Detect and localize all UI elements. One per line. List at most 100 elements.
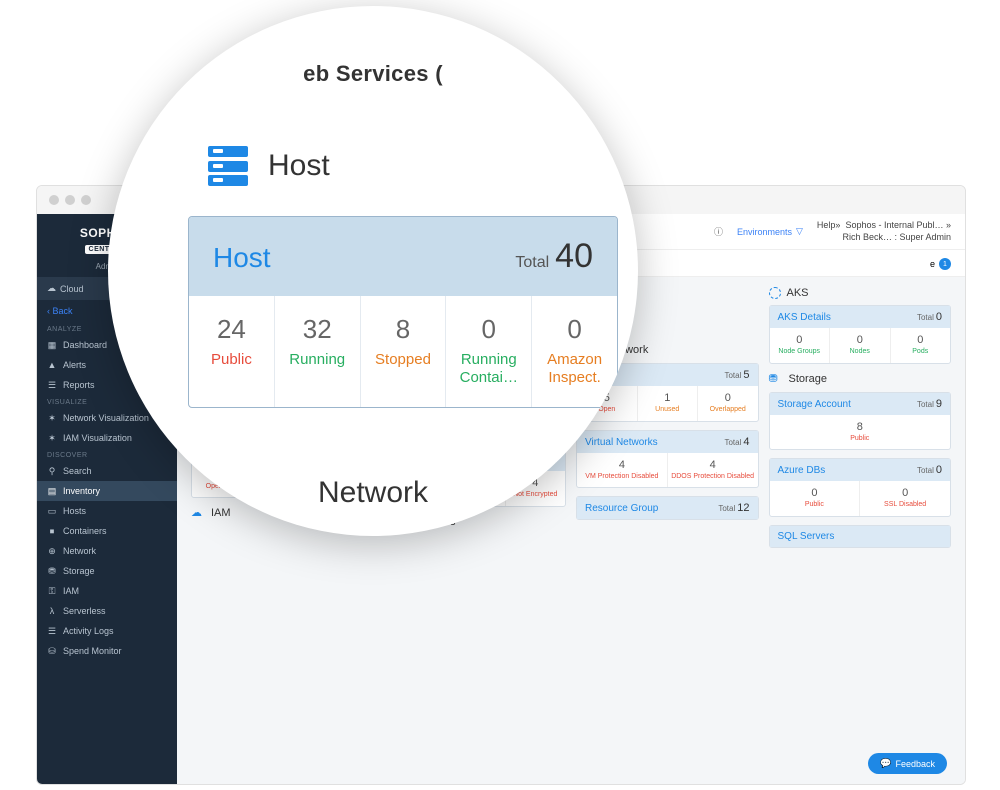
nav-serverless[interactable]: λServerless bbox=[37, 601, 177, 621]
network-icon: ⊕ bbox=[47, 546, 57, 556]
storage-icon: ⛃ bbox=[769, 372, 783, 386]
nav-storage[interactable]: ⛃Storage bbox=[37, 561, 177, 581]
card-storage-account[interactable]: Storage AccountTotal9 8Public bbox=[769, 392, 952, 450]
nav-iam[interactable]: ⚿ IAM bbox=[37, 581, 177, 601]
panel-title: Storage bbox=[789, 373, 828, 385]
info-icon[interactable]: ⓘ bbox=[714, 225, 723, 238]
zoom-section-title: Host bbox=[268, 149, 330, 183]
panel-header-storage: ⛃ Storage bbox=[769, 372, 952, 386]
nav-inventory[interactable]: ▤Inventory bbox=[37, 481, 177, 501]
user-info[interactable]: Help» Sophos - Internal Publ… » Rich Bec… bbox=[817, 220, 951, 243]
window-dot-icon bbox=[81, 195, 91, 205]
zoom-network-text: Network bbox=[318, 476, 428, 510]
card-aks-details[interactable]: AKS DetailsTotal0 0Node Groups 0Nodes 0P… bbox=[769, 305, 952, 363]
feedback-button[interactable]: 💬 Feedback bbox=[868, 753, 947, 774]
stat-label: Overlapped bbox=[700, 406, 756, 414]
stat-val: 0 bbox=[772, 334, 828, 346]
zoom-stat-val: 32 bbox=[281, 314, 354, 345]
panel-title: IAM bbox=[211, 507, 231, 519]
nav-item-label: Containers bbox=[63, 526, 107, 536]
environments-dropdown[interactable]: Environments ▽ bbox=[737, 226, 803, 237]
panel-title: AKS bbox=[787, 287, 809, 299]
zoom-stat-val: 0 bbox=[538, 314, 611, 345]
report-icon: ☰ bbox=[47, 380, 57, 390]
card-title: Azure DBs bbox=[778, 465, 826, 476]
window-dot-icon bbox=[65, 195, 75, 205]
nav-item-label: IAM bbox=[63, 586, 79, 596]
nav-item-label: Serverless bbox=[63, 606, 106, 616]
zoom-stat-val: 8 bbox=[367, 314, 440, 345]
nav-item-label: Dashboard bbox=[63, 340, 107, 350]
stat-val: 4 bbox=[579, 459, 665, 471]
stat-label: DDOS Protection Disabled bbox=[670, 473, 756, 481]
zoom-stat-val: 0 bbox=[452, 314, 525, 345]
card-title: Virtual Networks bbox=[585, 437, 658, 448]
filter-icon: ▽ bbox=[796, 226, 803, 237]
iam-viz-icon: ✶ bbox=[47, 433, 57, 443]
nav-activity-logs[interactable]: ☰Activity Logs bbox=[37, 621, 177, 641]
stat-val: 0 bbox=[772, 487, 858, 499]
magnifier-overlay: eb Services ( Host Host Total40 24Public… bbox=[108, 6, 638, 536]
nav-item-label: IAM Visualization bbox=[63, 433, 132, 443]
nav-containers[interactable]: ⏹ Containers bbox=[37, 521, 177, 541]
spend-icon: ⛁ bbox=[47, 646, 57, 656]
card-azure-dbs[interactable]: Azure DBsTotal0 0Public 0SSL Disabled bbox=[769, 458, 952, 516]
nav-item-label: Network Visualization bbox=[63, 413, 149, 423]
tab-badge: 1 bbox=[939, 258, 951, 270]
zoom-section-header: Host bbox=[208, 146, 330, 186]
nav-hosts[interactable]: ▭Hosts bbox=[37, 501, 177, 521]
org-label: Sophos - Internal Publ… » bbox=[845, 220, 951, 230]
nav-iam-viz[interactable]: ✶ IAM Visualization bbox=[37, 428, 177, 448]
search-icon: ⚲ bbox=[47, 466, 57, 476]
stat-label: Unused bbox=[640, 406, 696, 414]
nav-search[interactable]: ⚲ Search bbox=[37, 461, 177, 481]
nav-section-discover: DISCOVER bbox=[37, 448, 177, 461]
nav-network[interactable]: ⊕ Network bbox=[37, 541, 177, 561]
card-sql-servers[interactable]: SQL Servers bbox=[769, 525, 952, 548]
panel-storage-aks: AKS AKS DetailsTotal0 0Node Groups 0Node… bbox=[769, 287, 952, 774]
nav-spend-monitor[interactable]: ⛁Spend Monitor bbox=[37, 641, 177, 661]
nav-item-label: Search bbox=[63, 466, 92, 476]
host-icon bbox=[208, 146, 248, 186]
cloud-icon: ☁ bbox=[47, 283, 56, 294]
logs-icon: ☰ bbox=[47, 626, 57, 636]
env-label: Environments bbox=[737, 227, 792, 237]
card-title: SQL Servers bbox=[778, 531, 835, 542]
card-total: 4 bbox=[743, 436, 749, 448]
help-link: Help» bbox=[817, 220, 841, 230]
key-icon: ⚿ bbox=[47, 586, 57, 596]
nav-item-label: Reports bbox=[63, 380, 95, 390]
storage-icon: ⛃ bbox=[47, 566, 57, 576]
card-title: Resource Group bbox=[585, 503, 658, 514]
user-label: Rich Beck… : Super Admin bbox=[817, 232, 951, 244]
back-label: Back bbox=[53, 306, 73, 316]
zoom-host-card[interactable]: Host Total40 24Public 32Running 8Stopped… bbox=[188, 216, 618, 408]
tab-overview[interactable]: e 1 bbox=[930, 258, 951, 276]
aks-icon bbox=[769, 287, 781, 299]
stat-label: SSL Disabled bbox=[862, 501, 948, 509]
zoom-header-text: eb Services ( bbox=[303, 61, 443, 87]
dashboard-icon: ▦ bbox=[47, 340, 57, 350]
card-total: 5 bbox=[743, 369, 749, 381]
stat-val: 4 bbox=[670, 459, 756, 471]
stat-val: 8 bbox=[772, 421, 949, 433]
cloud-label: Cloud bbox=[60, 284, 84, 294]
card-total: 9 bbox=[936, 398, 942, 410]
stat-val: 0 bbox=[862, 487, 948, 499]
network-viz-icon: ✶ bbox=[47, 413, 57, 423]
container-icon: ⏹ bbox=[47, 526, 57, 536]
card-virtual-networks[interactable]: Virtual NetworksTotal4 4VM Protection Di… bbox=[576, 430, 759, 488]
nav-item-label: Inventory bbox=[63, 486, 100, 496]
iam-icon: ☁ bbox=[191, 506, 205, 520]
zoom-stat-label: Running Contai… bbox=[452, 351, 525, 387]
alert-icon: ▲ bbox=[47, 360, 57, 370]
stat-val: 0 bbox=[832, 334, 888, 346]
zoom-stat-label: Running bbox=[281, 351, 354, 369]
nav-item-label: Network bbox=[63, 546, 96, 556]
window-dot-icon bbox=[49, 195, 59, 205]
card-total: 0 bbox=[936, 464, 942, 476]
stat-label: Pods bbox=[893, 348, 949, 356]
stat-label: Node Groups bbox=[772, 348, 828, 356]
zoom-stat-label: Amazon Inspect. bbox=[538, 351, 611, 387]
card-resource-group[interactable]: Resource GroupTotal12 bbox=[576, 496, 759, 520]
